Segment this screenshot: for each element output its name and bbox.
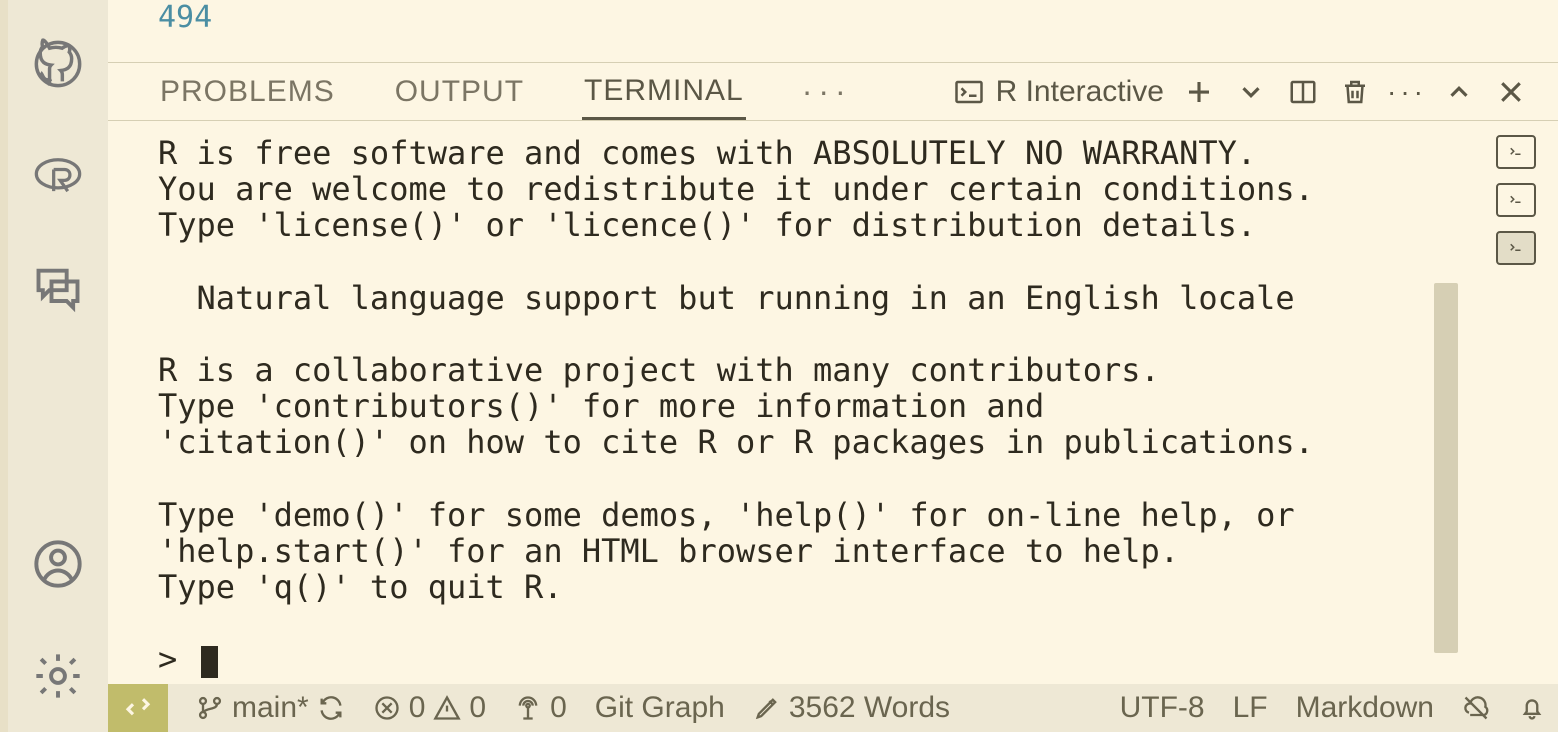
- account-icon[interactable]: [30, 536, 86, 592]
- warnings-count: 0: [469, 691, 486, 725]
- remote-indicator[interactable]: [108, 684, 168, 732]
- word-count-status[interactable]: 3562 Words: [753, 691, 950, 725]
- language-label: Markdown: [1296, 691, 1434, 725]
- cloud-off-icon[interactable]: [1462, 694, 1490, 722]
- git-branch-status[interactable]: main*: [196, 691, 345, 725]
- eol-status[interactable]: LF: [1233, 691, 1268, 725]
- terminal-cursor: [201, 646, 218, 678]
- problems-status[interactable]: 0 0: [373, 691, 486, 725]
- panel-more-actions[interactable]: ···: [1390, 75, 1424, 109]
- terminal-name-label: R Interactive: [996, 75, 1164, 109]
- pencil-icon: [753, 694, 781, 722]
- panel-actions: R Interactive ···: [952, 75, 1558, 109]
- new-terminal-button[interactable]: [1182, 75, 1216, 109]
- panel-body: R is free software and comes with ABSOLU…: [108, 121, 1558, 684]
- errors-count: 0: [409, 691, 426, 725]
- window-edge: [0, 0, 8, 732]
- terminal-output-text: R is free software and comes with ABSOLU…: [158, 134, 1314, 606]
- line-number: 494: [158, 0, 212, 35]
- warning-icon: [433, 694, 461, 722]
- chat-icon[interactable]: [30, 260, 86, 316]
- split-terminal-button[interactable]: [1286, 75, 1320, 109]
- chevron-down-icon[interactable]: [1234, 75, 1268, 109]
- terminal-instance-3-active[interactable]: [1496, 231, 1536, 265]
- git-graph-label: Git Graph: [595, 691, 725, 725]
- encoding-label: UTF-8: [1120, 691, 1205, 725]
- r-language-icon[interactable]: [30, 148, 86, 204]
- panel: PROBLEMS OUTPUT TERMINAL ··· R Interacti…: [108, 63, 1558, 684]
- kill-terminal-button[interactable]: [1338, 75, 1372, 109]
- git-graph-button[interactable]: Git Graph: [595, 691, 725, 725]
- github-icon[interactable]: [30, 36, 86, 92]
- terminal-instance-2[interactable]: [1496, 183, 1536, 217]
- scrollbar-thumb[interactable]: [1434, 283, 1458, 653]
- git-branch-label: main*: [232, 691, 309, 725]
- notifications-bell-icon[interactable]: [1518, 694, 1546, 722]
- terminal-instance-1[interactable]: [1496, 135, 1536, 169]
- terminal-scrollbar[interactable]: [1434, 133, 1458, 672]
- encoding-status[interactable]: UTF-8: [1120, 691, 1205, 725]
- close-panel-button[interactable]: [1494, 75, 1528, 109]
- status-bar: main* 0 0 0 Git Graph 3562 Words UTF-8: [108, 684, 1558, 732]
- radio-tower-icon: [514, 694, 542, 722]
- editor-gutter-fragment: 494: [108, 0, 1558, 62]
- maximize-panel-button[interactable]: [1442, 75, 1476, 109]
- ports-status[interactable]: 0: [514, 691, 567, 725]
- tab-problems[interactable]: PROBLEMS: [158, 65, 337, 119]
- sync-icon[interactable]: [317, 694, 345, 722]
- settings-gear-icon[interactable]: [30, 648, 86, 704]
- tab-terminal[interactable]: TERMINAL: [582, 64, 746, 120]
- error-icon: [373, 694, 401, 722]
- tab-overflow[interactable]: ···: [802, 73, 852, 110]
- eol-label: LF: [1233, 691, 1268, 725]
- panel-tab-bar: PROBLEMS OUTPUT TERMINAL ··· R Interacti…: [108, 63, 1558, 121]
- activity-bar: [8, 0, 108, 732]
- terminal-name[interactable]: R Interactive: [952, 75, 1164, 109]
- language-mode-status[interactable]: Markdown: [1296, 691, 1434, 725]
- word-count-label: 3562 Words: [789, 691, 950, 725]
- tab-output[interactable]: OUTPUT: [393, 65, 526, 119]
- terminal-prompt: >: [158, 640, 197, 678]
- terminal-side-list: [1474, 121, 1558, 684]
- terminal-view[interactable]: R is free software and comes with ABSOLU…: [108, 121, 1474, 684]
- terminal-icon: [952, 75, 986, 109]
- main-area: 494 PROBLEMS OUTPUT TERMINAL ··· R Inter…: [108, 0, 1558, 732]
- ports-count: 0: [550, 691, 567, 725]
